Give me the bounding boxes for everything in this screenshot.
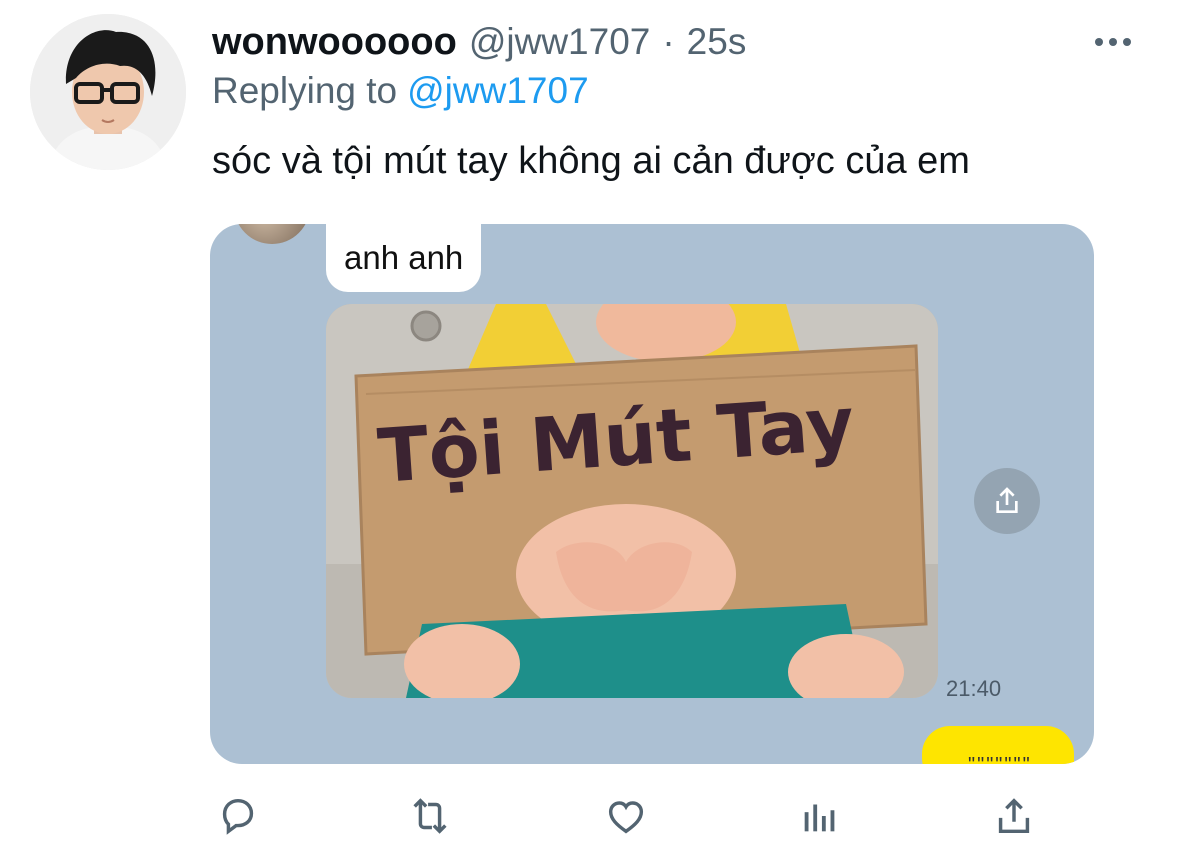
more-icon[interactable]: [1095, 34, 1135, 50]
share-icon[interactable]: [974, 468, 1040, 534]
tweet-actions: [0, 790, 1179, 842]
photo-illustration: Tội Mút Tay: [326, 304, 938, 698]
separator-dot: ·: [662, 21, 675, 62]
like-icon[interactable]: [600, 790, 652, 842]
chat-photo[interactable]: Tội Mút Tay: [326, 304, 938, 698]
share-icon-glyph: [996, 487, 1018, 513]
replying-to: Replying to @jww1707: [212, 70, 589, 112]
tweet-text: sóc và tội mút tay không ai cản được của…: [212, 140, 970, 182]
reply-icon[interactable]: [212, 790, 264, 842]
replying-handle[interactable]: @jww1707: [407, 70, 589, 112]
yellow-bubble-text: """"""": [968, 754, 1032, 764]
avatar[interactable]: [30, 14, 186, 170]
tweet-media[interactable]: anh anh Tội Mút Tay 21:40 """"""": [210, 224, 1094, 764]
tweet-header: wonwoooooo @jww1707 · 25s: [212, 18, 746, 66]
chat-time: 21:40: [946, 676, 1002, 701]
display-name[interactable]: wonwoooooo: [212, 21, 457, 64]
chat-avatar: [234, 224, 310, 244]
chat-bubble: anh anh: [326, 224, 482, 292]
avatar-image: [30, 14, 186, 170]
replying-prefix: Replying to: [212, 70, 398, 111]
handle[interactable]: @jww1707: [469, 21, 651, 63]
share-icon[interactable]: [988, 790, 1040, 842]
retweet-icon[interactable]: [404, 790, 456, 842]
analytics-icon[interactable]: [794, 790, 846, 842]
timestamp[interactable]: 25s: [687, 21, 747, 63]
